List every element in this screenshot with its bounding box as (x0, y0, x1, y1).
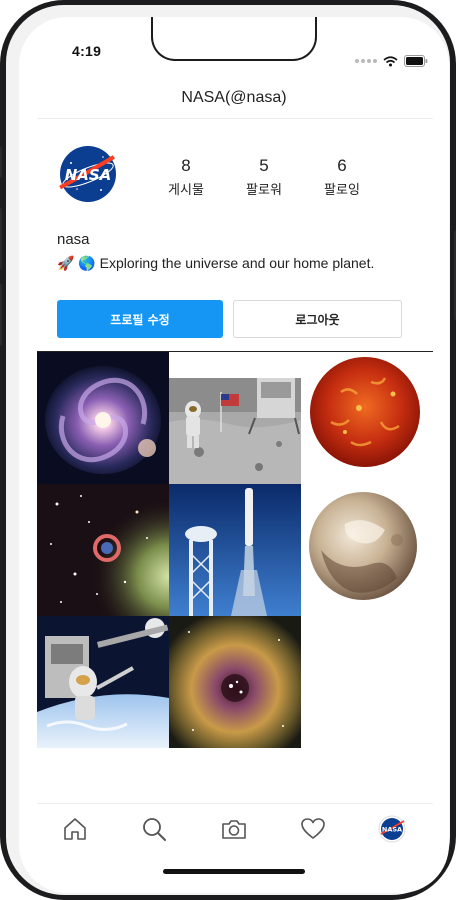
rocket-launch-image (169, 484, 301, 616)
star-field-image (37, 484, 169, 616)
tab-activity[interactable] (299, 815, 327, 843)
post-thumbnail-spacewalk[interactable] (37, 616, 169, 748)
edit-profile-button[interactable]: 프로필 수정 (57, 300, 223, 338)
stat-following-label: 팔로잉 (324, 182, 360, 197)
post-thumbnail-pluto[interactable] (301, 484, 433, 616)
stat-followers-label: 팔로워 (246, 182, 282, 197)
pluto-image (301, 484, 433, 616)
tab-search[interactable] (140, 815, 168, 843)
volume-up-button (0, 208, 2, 270)
phone-frame: 4:19 NASA(@nasa) NASA 8 게시물 5 팔로워 6 팔로잉 … (0, 0, 456, 900)
apollo-moon-image (169, 352, 301, 484)
home-icon (64, 818, 86, 840)
search-icon (143, 818, 166, 841)
profile-avatar[interactable]: NASA (57, 143, 119, 205)
tab-home[interactable] (61, 815, 89, 843)
post-thumbnail-apollo[interactable] (169, 352, 301, 484)
nasa-logo-icon: NASA (59, 146, 119, 202)
heart-icon (301, 818, 325, 839)
spiral-galaxy-image (37, 352, 169, 484)
post-thumbnail-sun[interactable] (301, 352, 433, 484)
battery-icon (404, 55, 428, 67)
post-thumbnail-galaxy[interactable] (37, 352, 169, 484)
status-time: 4:19 (72, 43, 102, 59)
post-thumbnail-nebula[interactable] (169, 616, 301, 748)
mute-switch (0, 146, 2, 178)
sun-image (301, 352, 433, 484)
screen: 4:19 NASA(@nasa) NASA 8 게시물 5 팔로워 6 팔로잉 … (19, 17, 449, 893)
post-thumbnail-rocket[interactable] (169, 484, 301, 616)
volume-down-button (0, 284, 2, 346)
stat-following-count: 6 (337, 156, 347, 175)
logout-button[interactable]: 로그아웃 (233, 300, 402, 338)
profile-bio: 🚀 🌎 Exploring the universe and our home … (57, 255, 375, 271)
stat-following[interactable]: 6 팔로잉 (307, 157, 377, 198)
profile-avatar-icon: NASA (378, 815, 406, 843)
svg-text:NASA: NASA (382, 826, 402, 834)
home-indicator[interactable] (163, 869, 305, 874)
stat-posts-label: 게시물 (168, 182, 204, 197)
wifi-icon (383, 55, 398, 66)
spacewalk-image (37, 616, 169, 748)
tabbar-divider (37, 803, 433, 804)
post-thumbnail-starfield[interactable] (37, 484, 169, 616)
post-grid (37, 352, 433, 748)
page-title: NASA(@nasa) (181, 89, 287, 106)
stat-posts[interactable]: 8 게시물 (151, 157, 221, 198)
stat-followers[interactable]: 5 팔로워 (229, 157, 299, 198)
tab-camera[interactable] (220, 815, 248, 843)
phone-bezel: 4:19 NASA(@nasa) NASA 8 게시물 5 팔로워 6 팔로잉 … (6, 5, 450, 895)
signal-icon (355, 59, 377, 63)
rosette-nebula-image (169, 616, 301, 748)
camera-icon (222, 820, 246, 839)
svg-text:NASA: NASA (65, 166, 112, 184)
tab-profile[interactable]: NASA (378, 815, 406, 843)
status-icons (355, 55, 428, 67)
stat-posts-count: 8 (181, 156, 191, 175)
stat-followers-count: 5 (259, 156, 269, 175)
header-divider (37, 118, 433, 119)
notch (151, 17, 317, 61)
profile-username: nasa (57, 231, 90, 248)
